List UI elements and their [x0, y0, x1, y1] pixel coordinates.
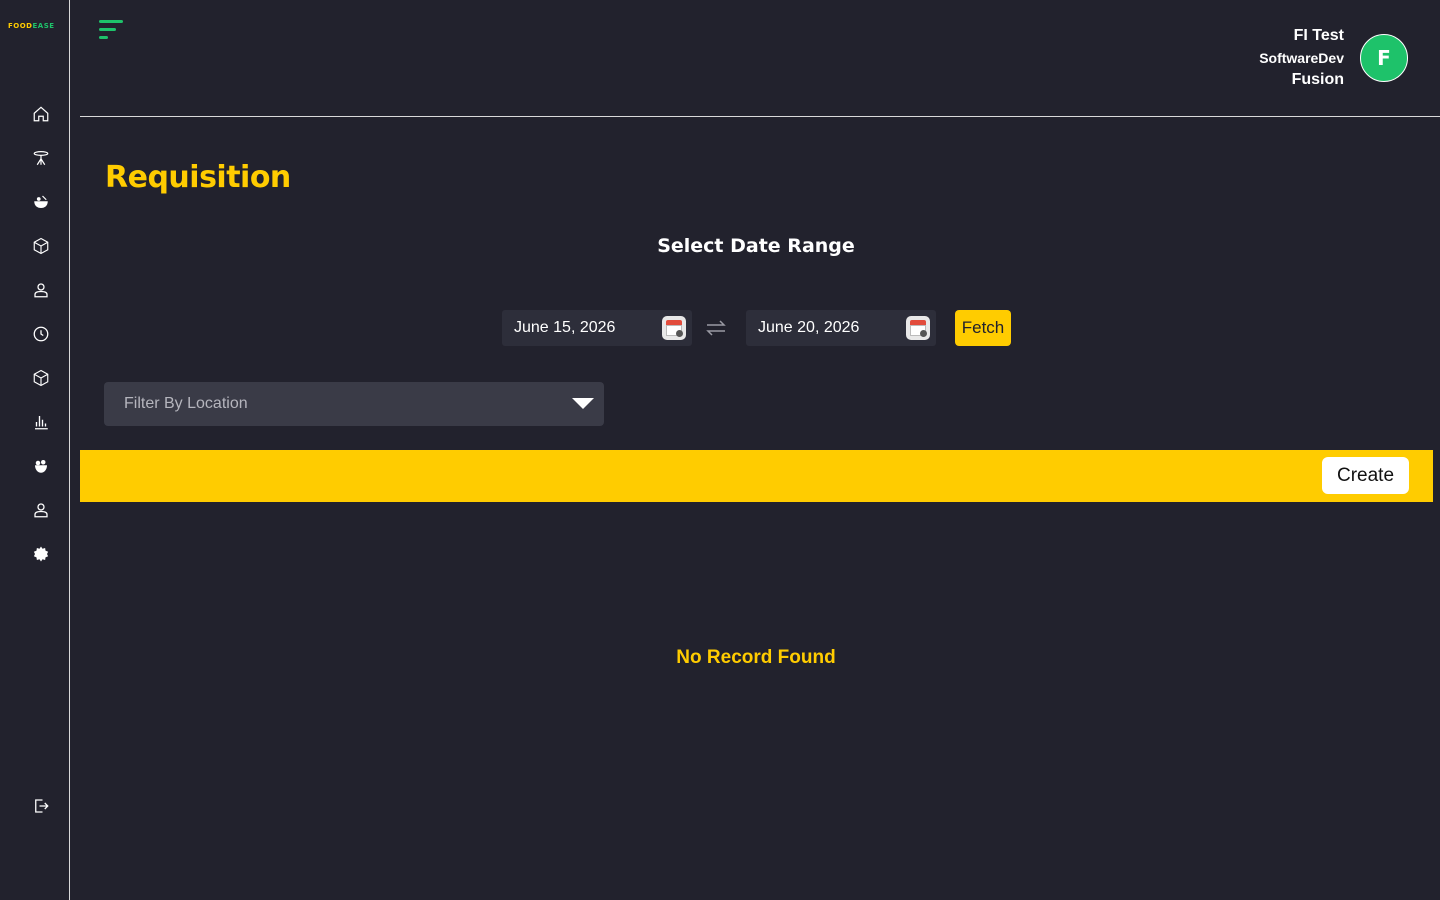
action-bar: Create — [80, 450, 1433, 502]
user-name-line2: SoftwareDev — [1259, 50, 1344, 66]
end-date-field[interactable]: June 20, 2026 — [746, 310, 936, 346]
app-logo[interactable]: FOODEASE — [8, 22, 55, 30]
bar-chart-icon[interactable] — [31, 412, 51, 432]
end-date-value: June 20, 2026 — [758, 319, 860, 336]
swap-arrows-icon — [704, 316, 728, 340]
start-date-value: June 15, 2026 — [514, 319, 616, 336]
user-info: FI Test SoftwareDev Fusion — [1259, 26, 1344, 90]
calendar-icon[interactable] — [906, 316, 930, 340]
dining-table-icon[interactable] — [31, 148, 51, 168]
user-icon[interactable] — [31, 280, 51, 300]
page-title: Requisition — [105, 160, 291, 195]
fetch-button[interactable]: Fetch — [955, 310, 1011, 346]
clock-icon[interactable] — [31, 324, 51, 344]
chevron-down-icon — [572, 398, 594, 409]
home-icon[interactable] — [31, 104, 51, 124]
sidebar: FOODEASE — [0, 0, 70, 900]
package-icon[interactable] — [31, 368, 51, 388]
logout-icon[interactable] — [31, 796, 51, 816]
calendar-icon[interactable] — [662, 316, 686, 340]
staff-icon[interactable] — [31, 500, 51, 520]
menu-toggle-icon[interactable] — [99, 20, 125, 42]
start-date-field[interactable]: June 15, 2026 — [502, 310, 692, 346]
location-filter-placeholder: Filter By Location — [124, 395, 248, 412]
settings-icon[interactable] — [31, 544, 51, 564]
avatar[interactable]: F — [1360, 34, 1408, 82]
apple-icon[interactable] — [31, 456, 51, 476]
user-name-line3: Fusion — [1291, 71, 1344, 88]
date-range-heading: Select Date Range — [657, 235, 855, 257]
food-bowl-icon[interactable] — [31, 192, 51, 212]
user-name-line1: FI Test — [1293, 27, 1344, 44]
location-filter-select[interactable]: Filter By Location — [104, 382, 604, 426]
create-button[interactable]: Create — [1322, 457, 1409, 494]
empty-state-message: No Record Found — [676, 647, 836, 668]
header-divider — [80, 116, 1440, 117]
